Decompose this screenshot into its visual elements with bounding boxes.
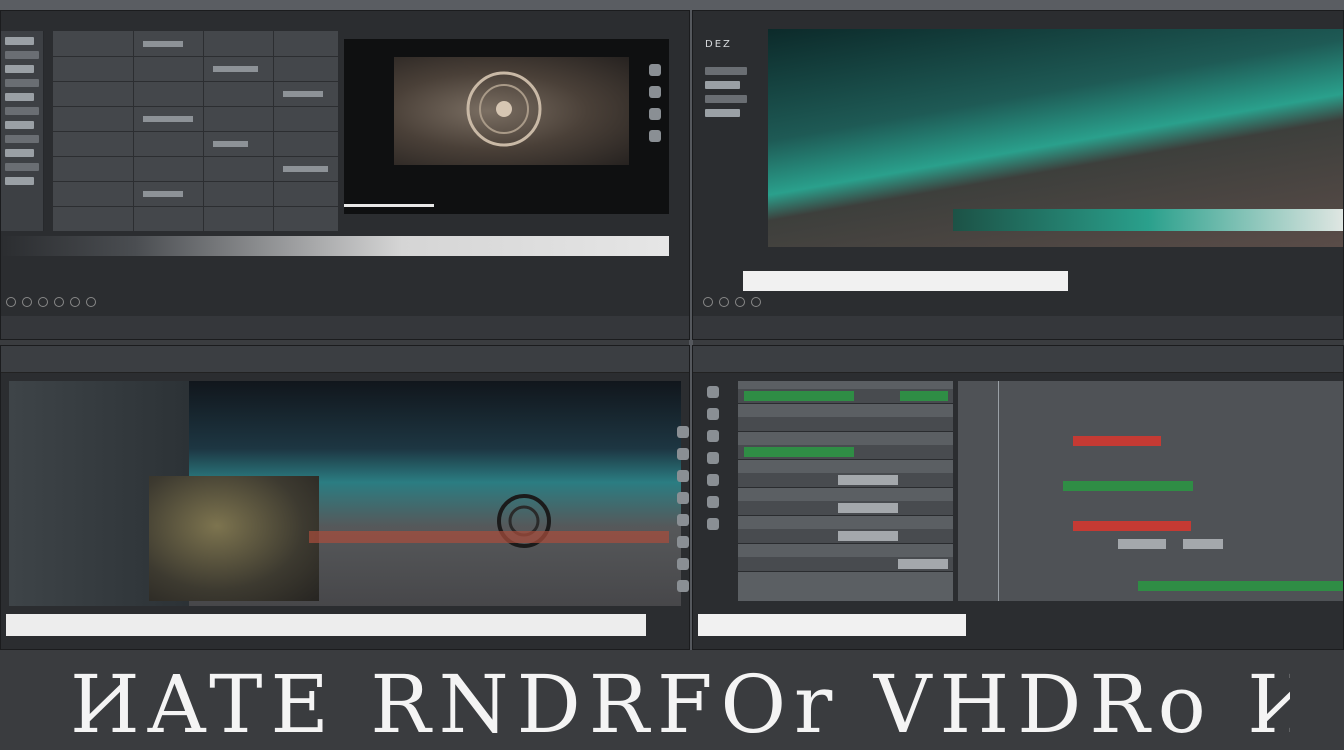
info-line [705, 67, 747, 75]
tool-icon[interactable] [677, 536, 689, 548]
bin-item[interactable] [5, 93, 35, 101]
playhead[interactable] [998, 381, 999, 601]
effects-viewer[interactable] [9, 381, 681, 606]
out-point-icon[interactable] [86, 297, 96, 307]
track-row[interactable] [738, 473, 953, 488]
track-row[interactable] [738, 389, 953, 404]
tool-icon[interactable] [649, 108, 661, 120]
clip[interactable] [1073, 521, 1191, 531]
track-thumb-icon[interactable] [707, 452, 719, 464]
tool-icon[interactable] [677, 426, 689, 438]
tool-icon[interactable] [677, 492, 689, 504]
track-thumb-icon[interactable] [707, 408, 719, 420]
clip[interactable] [1138, 581, 1343, 591]
bin-list[interactable] [1, 31, 44, 231]
clip-grid[interactable] [53, 31, 338, 231]
play-icon[interactable] [6, 297, 16, 307]
tool-icon[interactable] [649, 86, 661, 98]
effects-tool-strip [677, 426, 689, 592]
bottom-title-text: ИATE RNDRFΟr VHDRo ИИITE [70, 660, 1290, 750]
bin-item[interactable] [5, 177, 35, 185]
program-header-label: DEZ [705, 39, 732, 50]
track-list[interactable] [738, 381, 953, 601]
tool-icon[interactable] [677, 558, 689, 570]
transport-controls [6, 296, 96, 308]
info-line [705, 109, 740, 117]
track-thumb-icon[interactable] [707, 386, 719, 398]
wheel-icon [466, 71, 542, 147]
track-icons [707, 386, 721, 530]
top-bar [0, 0, 1344, 10]
marker-icon[interactable] [751, 297, 761, 307]
bin-item[interactable] [5, 121, 35, 129]
bin-item[interactable] [5, 51, 39, 59]
info-line [705, 95, 747, 103]
source-scrubber[interactable] [344, 204, 434, 207]
tool-icon[interactable] [677, 448, 689, 460]
track-thumb-icon[interactable] [707, 518, 719, 530]
clip[interactable] [1118, 539, 1166, 549]
track-thumb-icon[interactable] [707, 474, 719, 486]
loop-icon[interactable] [38, 297, 48, 307]
effects-subject [149, 476, 319, 601]
track-row[interactable] [738, 557, 953, 572]
loop-icon[interactable] [735, 297, 745, 307]
track-thumb-icon[interactable] [707, 496, 719, 508]
bin-item[interactable] [5, 135, 39, 143]
info-line [705, 81, 740, 89]
effects-red-band [309, 531, 669, 543]
program-left-info [701, 61, 751, 241]
track-row[interactable] [738, 529, 953, 544]
clip[interactable] [1063, 481, 1193, 491]
bin-item[interactable] [5, 37, 35, 45]
marker-icon[interactable] [54, 297, 64, 307]
play-icon[interactable] [703, 297, 713, 307]
effects-timecode-bar[interactable] [6, 614, 646, 636]
stop-icon[interactable] [22, 297, 32, 307]
clip[interactable] [1073, 436, 1161, 446]
timeline-panel [692, 345, 1344, 650]
source-timeline-strip[interactable] [1, 236, 669, 256]
timeline-canvas[interactable] [958, 381, 1343, 601]
effects-header [1, 346, 689, 373]
clip[interactable] [898, 559, 948, 569]
timeline-header [693, 346, 1343, 373]
bin-item[interactable] [5, 163, 39, 171]
clip[interactable] [1183, 539, 1223, 549]
tool-icon[interactable] [677, 470, 689, 482]
program-viewer[interactable] [768, 29, 1343, 247]
clip[interactable] [744, 391, 854, 401]
clip[interactable] [838, 531, 898, 541]
stop-icon[interactable] [719, 297, 729, 307]
tool-icon[interactable] [677, 514, 689, 526]
bin-item[interactable] [5, 79, 39, 87]
media-browser-panel [0, 10, 690, 340]
clip[interactable] [744, 447, 854, 457]
program-monitor-panel: DEZ [692, 10, 1344, 340]
program-footer [693, 316, 1343, 339]
track-row[interactable] [738, 501, 953, 516]
viewer-tool-strip [649, 64, 663, 142]
tool-icon[interactable] [649, 130, 661, 142]
timeline-timecode-bar[interactable] [698, 614, 966, 636]
tool-icon[interactable] [649, 64, 661, 76]
effects-preview-panel [0, 345, 690, 650]
clip[interactable] [838, 503, 898, 513]
program-timeline-overlay[interactable] [953, 209, 1343, 231]
source-viewer[interactable] [344, 39, 669, 214]
in-point-icon[interactable] [70, 297, 80, 307]
clip[interactable] [900, 391, 948, 401]
program-timecode-field[interactable] [743, 271, 1068, 291]
track-row[interactable] [738, 445, 953, 460]
track-row[interactable] [738, 417, 953, 432]
panel-footer [1, 316, 689, 339]
clip[interactable] [838, 475, 898, 485]
program-controls [703, 296, 761, 308]
bin-item[interactable] [5, 149, 35, 157]
bin-item[interactable] [5, 107, 39, 115]
tool-icon[interactable] [677, 580, 689, 592]
bin-item[interactable] [5, 65, 35, 73]
source-frame-image [394, 57, 629, 165]
track-thumb-icon[interactable] [707, 430, 719, 442]
